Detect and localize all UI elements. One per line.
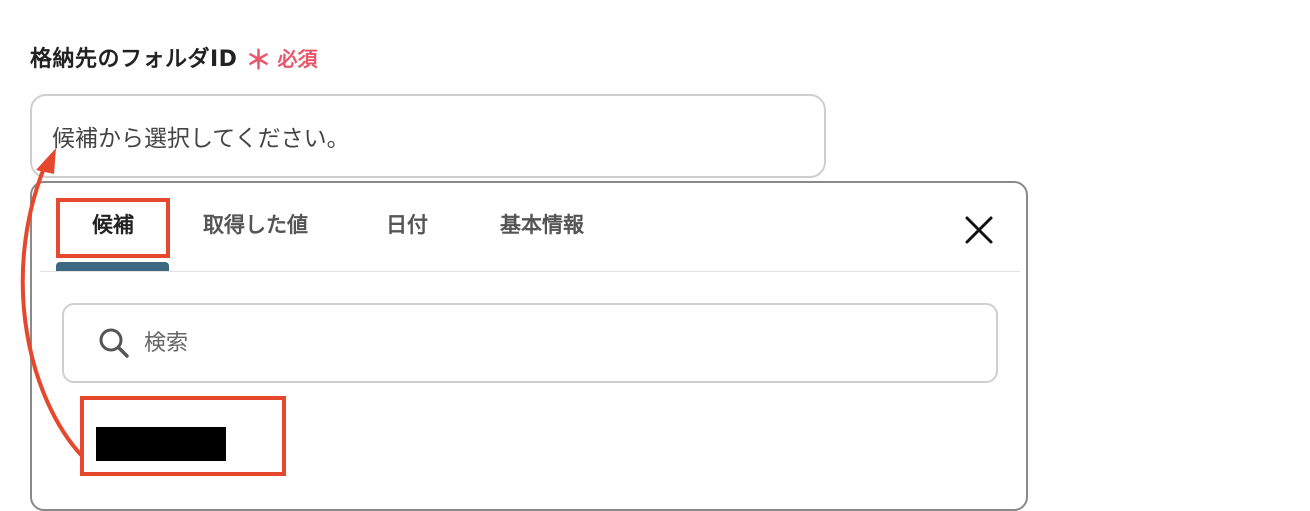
active-tab-indicator — [56, 262, 169, 271]
popup-tabs: 候補 取得した値 日付 基本情報 — [40, 183, 1020, 272]
list-item-redacted[interactable] — [96, 427, 226, 461]
field-label: 格納先のフォルダID ＊ 必須 — [30, 40, 318, 76]
close-icon[interactable] — [962, 213, 996, 247]
required-badge: 必須 — [277, 46, 318, 71]
search-box[interactable] — [62, 303, 998, 383]
candidate-popup: 候補 取得した値 日付 基本情報 — [30, 181, 1028, 511]
tab-date[interactable]: 日付 — [386, 209, 428, 239]
select-placeholder: 候補から選択してください。 — [52, 126, 350, 152]
folder-id-select[interactable]: 候補から選択してください。 — [30, 94, 826, 178]
tab-candidates[interactable]: 候補 — [92, 209, 134, 239]
required-asterisk: ＊ — [245, 46, 272, 76]
search-icon — [99, 328, 129, 358]
field-label-text: 格納先のフォルダID — [30, 47, 238, 72]
search-input[interactable] — [142, 329, 946, 357]
tab-acquired-values[interactable]: 取得した値 — [203, 209, 308, 239]
tab-basic-info[interactable]: 基本情報 — [500, 209, 584, 239]
